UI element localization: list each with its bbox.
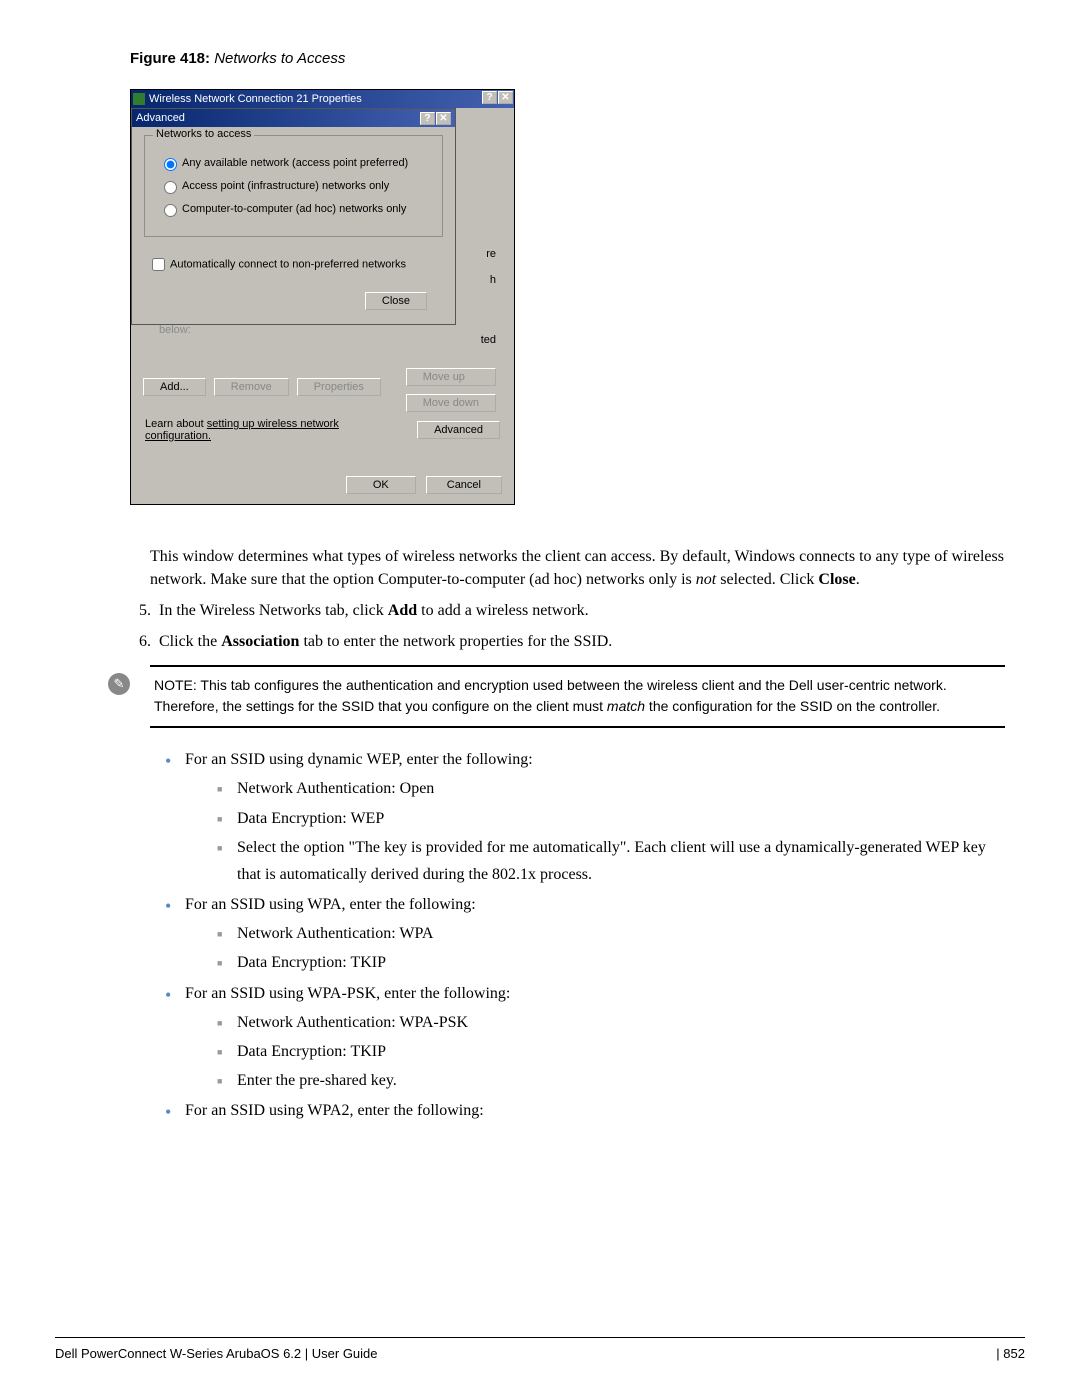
list-item: Data Encryption: TKIP bbox=[217, 1038, 1005, 1065]
below-label: below: bbox=[159, 324, 500, 336]
radio-ap-label: Access point (infrastructure) networks o… bbox=[182, 180, 389, 192]
text: . bbox=[856, 571, 860, 588]
list-item: For an SSID using WPA-PSK, enter the fol… bbox=[165, 980, 1005, 1095]
auto-connect-label: Automatically connect to non-preferred n… bbox=[170, 258, 406, 270]
window-title: Wireless Network Connection 21 Propertie… bbox=[149, 93, 362, 105]
move-down-button[interactable]: Move down bbox=[406, 394, 496, 412]
list-item: Network Authentication: WPA bbox=[217, 920, 1005, 947]
text: User Guide bbox=[312, 1346, 378, 1361]
help-button[interactable]: ? bbox=[482, 91, 497, 104]
figure-label: Figure 418: bbox=[130, 50, 210, 67]
text: Network Authentication: WPA-PSK bbox=[237, 1014, 468, 1031]
note-icon: ✎ bbox=[108, 673, 130, 695]
text: For an SSID using WPA2, enter the follow… bbox=[185, 1102, 484, 1119]
advanced-dialog: Advanced ? ✕ Networks to access Any avai… bbox=[131, 108, 456, 325]
text: Enter the pre-shared key. bbox=[237, 1072, 397, 1089]
add-button[interactable]: Add... bbox=[143, 378, 206, 396]
text: For an SSID using WPA, enter the followi… bbox=[185, 896, 476, 913]
list-item: For an SSID using WPA, enter the followi… bbox=[165, 891, 1005, 977]
text: Data Encryption: TKIP bbox=[237, 1043, 386, 1060]
fragment-text: h bbox=[490, 274, 496, 286]
text-italic: not bbox=[696, 571, 716, 588]
figure-caption: Figure 418: Networks to Access bbox=[130, 50, 1025, 67]
list-item: Data Encryption: TKIP bbox=[217, 949, 1005, 976]
step-6: Click the Association tab to enter the n… bbox=[155, 628, 1005, 655]
properties-button[interactable]: Properties bbox=[297, 378, 381, 396]
list-item: For an SSID using dynamic WEP, enter the… bbox=[165, 746, 1005, 888]
window-icon bbox=[133, 93, 145, 105]
bullet-list: For an SSID using dynamic WEP, enter the… bbox=[165, 746, 1005, 1124]
text: For an SSID using dynamic WEP, enter the… bbox=[185, 751, 533, 768]
text-bold: Association bbox=[221, 633, 299, 650]
list-item: Data Encryption: WEP bbox=[217, 805, 1005, 832]
remove-button[interactable]: Remove bbox=[214, 378, 289, 396]
fragment-text: ted bbox=[481, 334, 496, 346]
titlebar: Wireless Network Connection 21 Propertie… bbox=[131, 90, 514, 108]
fragment-text: re bbox=[486, 248, 496, 260]
text: In the Wireless Networks tab, click bbox=[159, 602, 388, 619]
learn-text: Learn about setting up wireless network … bbox=[145, 418, 339, 442]
learn-link-2[interactable]: configuration. bbox=[145, 430, 211, 442]
list-item: Network Authentication: Open bbox=[217, 775, 1005, 802]
close-button[interactable]: ✕ bbox=[498, 91, 513, 104]
radio-any-input[interactable] bbox=[164, 158, 177, 171]
text-bold: Add bbox=[388, 602, 417, 619]
help-button[interactable]: ? bbox=[420, 112, 435, 125]
text: This window determines what types of wir… bbox=[150, 548, 1004, 588]
text: selected. Click bbox=[716, 571, 818, 588]
screenshot: Wireless Network Connection 21 Propertie… bbox=[130, 89, 1025, 505]
text: tab to enter the network properties for … bbox=[299, 633, 612, 650]
note-text: the configuration for the SSID on the co… bbox=[645, 698, 940, 714]
networks-group: Networks to access Any available network… bbox=[144, 135, 443, 237]
text: Network Authentication: Open bbox=[237, 780, 434, 797]
text: Data Encryption: TKIP bbox=[237, 954, 386, 971]
text-bold: Close bbox=[818, 571, 855, 588]
text: to add a wireless network. bbox=[417, 602, 589, 619]
radio-any-label: Any available network (access point pref… bbox=[182, 157, 408, 169]
radio-any[interactable]: Any available network (access point pref… bbox=[159, 155, 432, 171]
list-item: Enter the pre-shared key. bbox=[217, 1067, 1005, 1094]
paragraph-1: This window determines what types of wir… bbox=[150, 545, 1005, 591]
cancel-button[interactable]: Cancel bbox=[426, 476, 502, 494]
close-button[interactable]: Close bbox=[365, 292, 427, 310]
text: Select the option "The key is provided f… bbox=[237, 839, 986, 883]
figure-title: Networks to Access bbox=[214, 50, 345, 67]
text: Dell PowerConnect W-Series ArubaOS 6.2 bbox=[55, 1346, 301, 1361]
list-item: Network Authentication: WPA-PSK bbox=[217, 1009, 1005, 1036]
ok-button[interactable]: OK bbox=[346, 476, 416, 494]
note-italic: match bbox=[607, 698, 645, 714]
page-footer: Dell PowerConnect W-Series ArubaOS 6.2 |… bbox=[55, 1337, 1025, 1361]
move-up-button[interactable]: Move up bbox=[406, 368, 496, 386]
close-button[interactable]: ✕ bbox=[436, 112, 451, 125]
radio-adhoc[interactable]: Computer-to-computer (ad hoc) networks o… bbox=[159, 201, 432, 217]
advanced-button[interactable]: Advanced bbox=[417, 421, 500, 439]
group-label: Networks to access bbox=[153, 128, 254, 140]
radio-adhoc-label: Computer-to-computer (ad hoc) networks o… bbox=[182, 203, 406, 215]
footer-left: Dell PowerConnect W-Series ArubaOS 6.2 |… bbox=[55, 1346, 378, 1361]
text: For an SSID using WPA-PSK, enter the fol… bbox=[185, 985, 510, 1002]
properties-window: Wireless Network Connection 21 Propertie… bbox=[130, 89, 515, 505]
footer-right: | 852 bbox=[996, 1346, 1025, 1361]
advanced-title: Advanced bbox=[136, 112, 185, 124]
list-item: For an SSID using WPA2, enter the follow… bbox=[165, 1097, 1005, 1124]
learn-prefix: Learn about bbox=[145, 418, 207, 430]
radio-ap-input[interactable] bbox=[164, 181, 177, 194]
note-block: ✎ NOTE: This tab configures the authenti… bbox=[150, 665, 1005, 728]
text: Network Authentication: WPA bbox=[237, 925, 433, 942]
advanced-titlebar: Advanced ? ✕ bbox=[132, 109, 455, 127]
radio-ap[interactable]: Access point (infrastructure) networks o… bbox=[159, 178, 432, 194]
list-item: Select the option "The key is provided f… bbox=[217, 834, 1005, 888]
text: Data Encryption: WEP bbox=[237, 810, 384, 827]
learn-link[interactable]: setting up wireless network bbox=[207, 418, 339, 430]
auto-connect-checkbox[interactable] bbox=[152, 258, 165, 271]
auto-connect-row[interactable]: Automatically connect to non-preferred n… bbox=[148, 255, 443, 274]
steps-list: In the Wireless Networks tab, click Add … bbox=[127, 597, 1025, 654]
radio-adhoc-input[interactable] bbox=[164, 204, 177, 217]
text: Click the bbox=[159, 633, 221, 650]
page-number: 852 bbox=[1003, 1346, 1025, 1361]
step-5: In the Wireless Networks tab, click Add … bbox=[155, 597, 1005, 624]
